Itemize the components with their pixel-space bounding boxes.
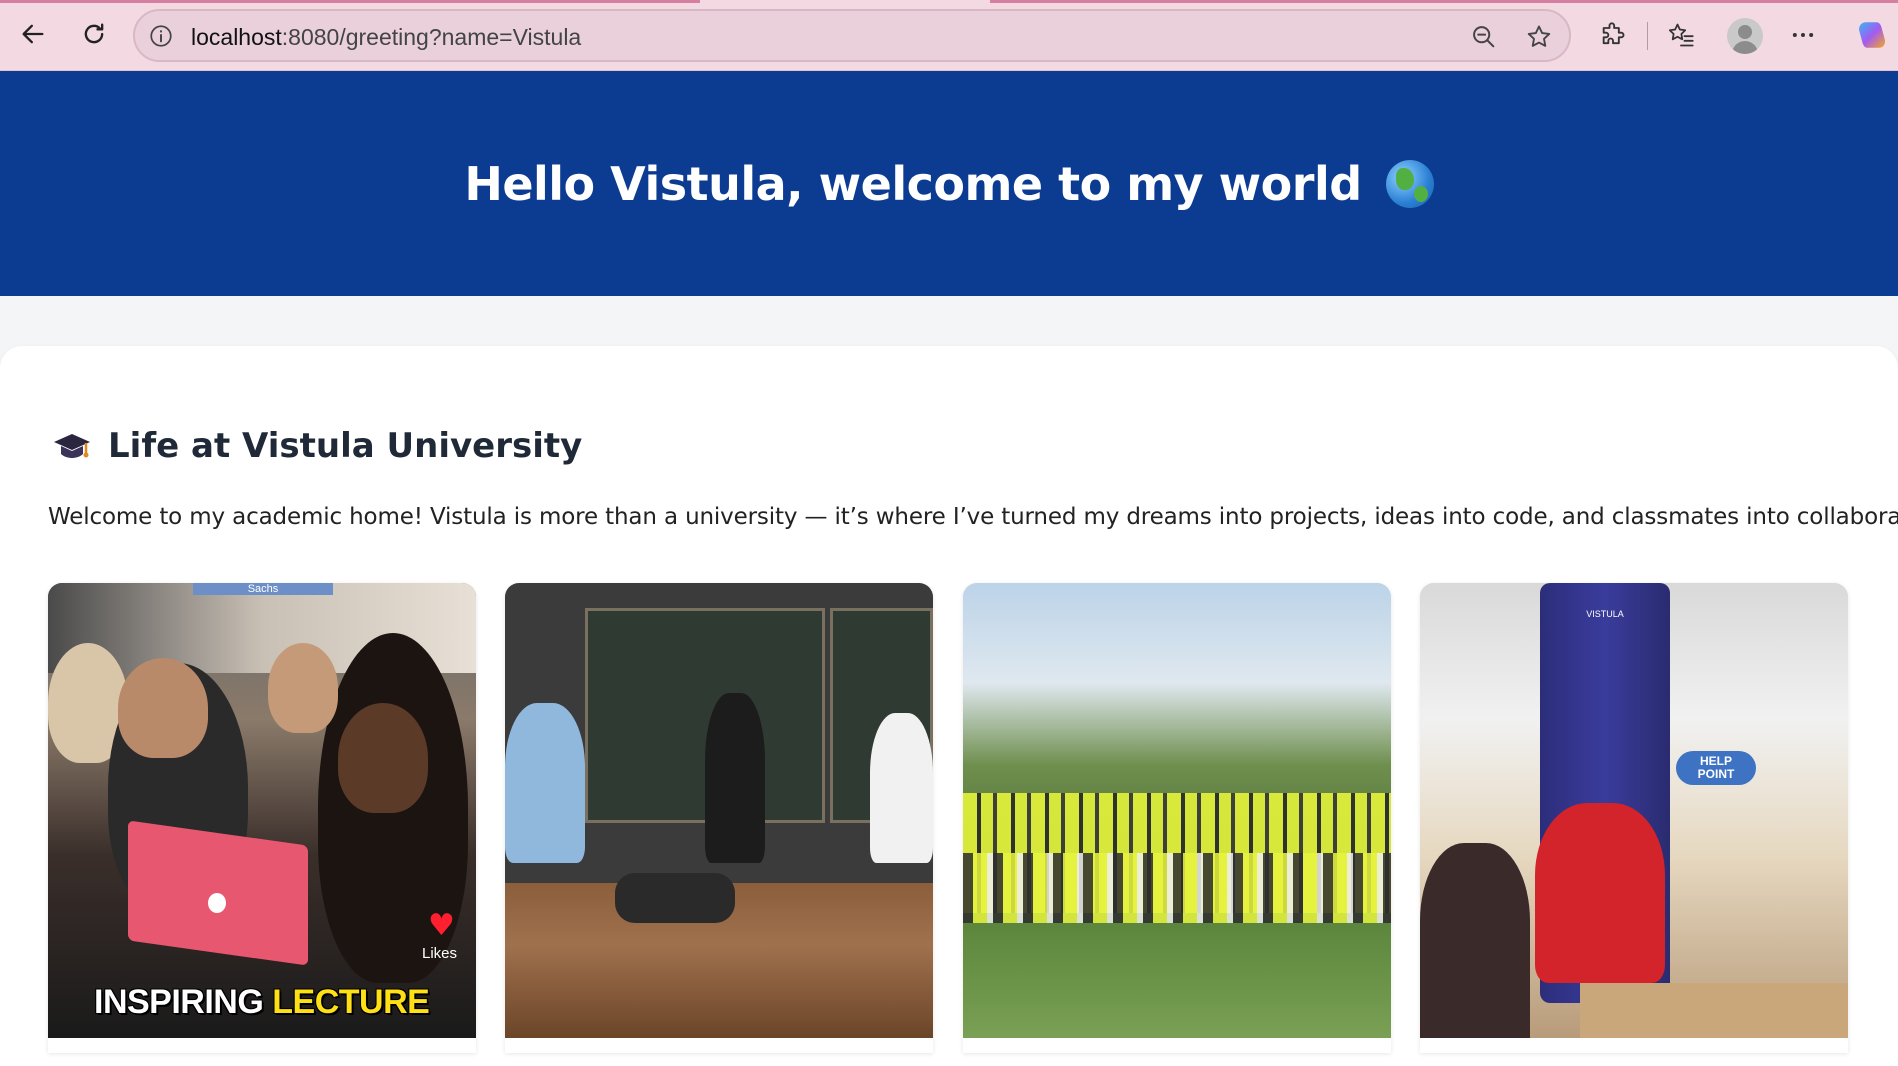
zoom-out-icon[interactable]	[1470, 23, 1498, 51]
url-text[interactable]: localhost:8080/greeting?name=Vistula	[191, 24, 581, 51]
student-face	[118, 658, 208, 758]
globe-icon	[1385, 159, 1434, 208]
student-face	[338, 703, 428, 813]
tab-indicator	[0, 0, 700, 3]
reload-icon	[84, 23, 104, 44]
browser-toolbar: localhost:8080/greeting?name=Vistula	[0, 0, 1898, 71]
photo-card-footer	[48, 1038, 476, 1053]
wall-sign-text: Sachs	[247, 583, 279, 595]
url-host: localhost	[191, 24, 282, 50]
lecturer-figure	[505, 703, 585, 863]
pillar-text: VISTULA	[1586, 609, 1624, 619]
avatar-body	[1732, 41, 1758, 54]
student-figure	[1420, 843, 1530, 1038]
group-image	[963, 583, 1391, 1038]
gallery-photo-lecture[interactable]: Sachs ♥ Likes INSPIRING LECTURE	[48, 583, 476, 1053]
photo-caption: INSPIRING LECTURE	[94, 983, 430, 1022]
section-intro: Welcome to my academic home! Vistula is …	[48, 504, 1898, 530]
help-point-sign: HELP POINT	[1676, 751, 1756, 785]
puzzle-icon	[1602, 22, 1625, 45]
extensions-button[interactable]	[1596, 18, 1630, 52]
favorites-list-icon	[1668, 23, 1694, 47]
copilot-icon	[1859, 22, 1886, 48]
toolbar-divider	[1647, 22, 1648, 50]
classroom-image	[505, 583, 933, 1038]
settings-menu-button[interactable]	[1786, 18, 1820, 52]
likes-label: Likes	[422, 945, 458, 962]
tab-indicator-2	[990, 0, 1898, 3]
wall-sign: Sachs	[193, 583, 333, 595]
photo-card-footer	[963, 1038, 1391, 1053]
favorite-star-icon[interactable]	[1525, 23, 1553, 51]
backpack	[615, 873, 735, 923]
address-bar[interactable]: localhost:8080/greeting?name=Vistula	[133, 9, 1571, 62]
help-text-2: POINT	[1697, 767, 1735, 781]
favorites-button[interactable]	[1664, 18, 1698, 52]
photo-card-footer	[505, 1038, 933, 1053]
copilot-button[interactable]	[1855, 18, 1889, 52]
apple-logo-icon	[208, 893, 226, 913]
back-arrow-icon	[22, 24, 44, 44]
photo-gallery: Sachs ♥ Likes INSPIRING LECTURE VISTULA …	[48, 583, 1848, 1053]
page-body: Hello Vistula, welcome to my world Life …	[0, 71, 1898, 1066]
student-figure	[870, 713, 933, 863]
student-face	[268, 643, 338, 733]
photo-card-footer	[1420, 1038, 1848, 1053]
gallery-photo-help-point[interactable]: VISTULA HELP POINT	[1420, 583, 1848, 1053]
caption-highlight: LECTURE	[272, 983, 430, 1021]
avatar-head	[1738, 25, 1752, 39]
gallery-photo-group[interactable]	[963, 583, 1391, 1053]
content-card: Life at Vistula University Welcome to my…	[0, 346, 1898, 1066]
site-info-icon[interactable]	[148, 23, 174, 49]
heart-icon[interactable]: ♥	[428, 908, 455, 943]
back-button[interactable]	[13, 14, 53, 54]
hero-banner: Hello Vistula, welcome to my world	[0, 71, 1898, 296]
url-path: :8080/greeting?name=Vistula	[281, 24, 582, 50]
graduation-cap-icon	[54, 434, 90, 458]
gallery-photo-classroom[interactable]	[505, 583, 933, 1053]
help-point-image: VISTULA HELP POINT	[1420, 583, 1848, 1038]
table	[1580, 983, 1848, 1038]
reload-button[interactable]	[74, 14, 114, 54]
caption-white: INSPIRING	[94, 983, 273, 1021]
more-dots-icon	[1792, 33, 1814, 37]
hero-heading: Hello Vistula, welcome to my world	[464, 156, 1434, 211]
student-at-board-figure	[705, 693, 765, 863]
profile-avatar[interactable]	[1727, 18, 1763, 54]
student-figure	[1535, 803, 1665, 983]
lecture-image: Sachs ♥ Likes INSPIRING LECTURE	[48, 583, 476, 1038]
hero-title: Hello Vistula, welcome to my world	[464, 156, 1362, 211]
section-title: Life at Vistula University	[108, 426, 583, 466]
group-front-row	[963, 853, 1391, 923]
section-heading: Life at Vistula University	[52, 426, 582, 466]
